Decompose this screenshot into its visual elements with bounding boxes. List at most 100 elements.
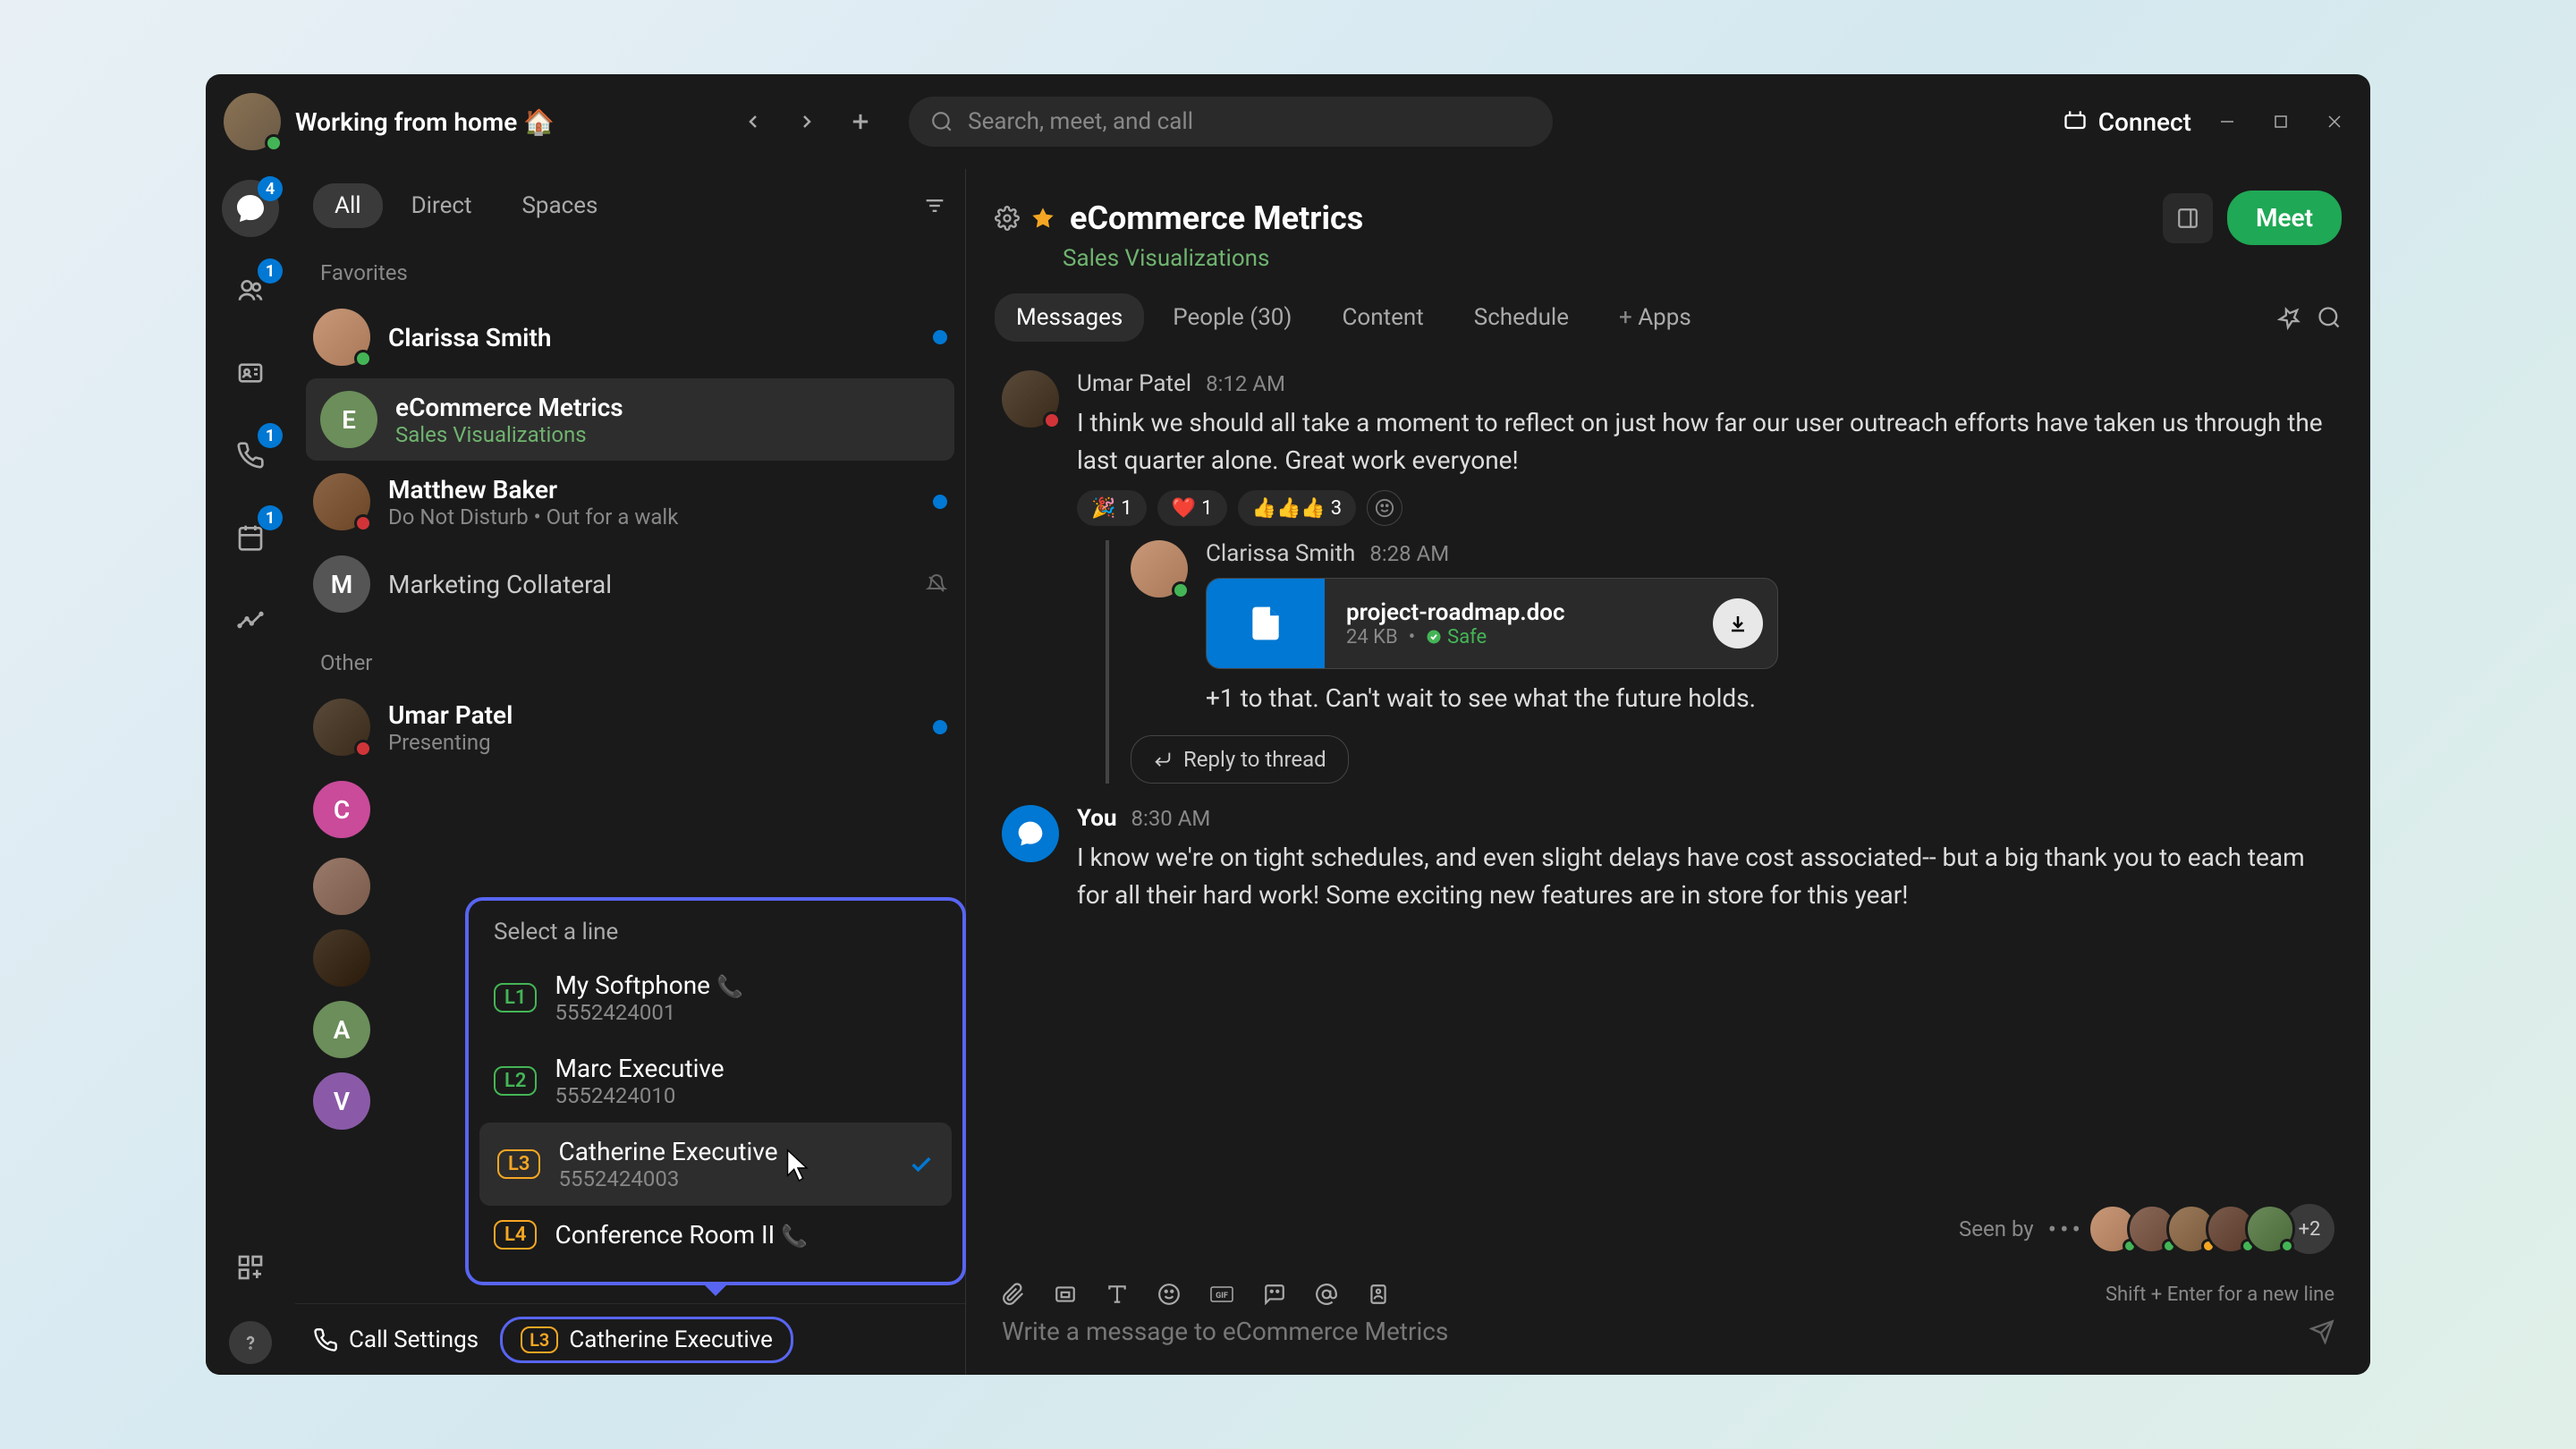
seen-avatar[interactable] [2245,1204,2295,1254]
reply-to-thread-button[interactable]: Reply to thread [1131,735,1349,784]
people-icon [236,276,265,305]
mention-button[interactable] [1315,1283,1338,1306]
convo-item[interactable]: Matthew BakerDo Not Disturb • Out for a … [295,461,965,543]
close-button[interactable] [2317,104,2352,140]
rail-contacts[interactable] [222,344,279,402]
mute-icon [926,573,947,595]
rail-apps[interactable] [222,1239,279,1296]
tab-schedule[interactable]: Schedule [1453,293,1590,342]
screenshot-button[interactable] [1054,1283,1077,1306]
gear-icon[interactable] [995,206,1020,231]
avatar [313,473,370,530]
avatar[interactable] [1131,540,1188,597]
composer-hint: Shift + Enter for a new line [2106,1284,2334,1306]
file-name: project-roadmap.doc [1346,599,1691,626]
reaction[interactable]: 👍👍👍3 [1238,490,1357,526]
line-item[interactable]: L4 Conference Room II 📞 [469,1206,962,1264]
download-button[interactable] [1713,598,1763,648]
convo-item[interactable]: C [295,768,965,851]
convo-name: Matthew Baker [388,475,915,504]
svg-text:GIF: GIF [1216,1292,1228,1301]
convo-subtitle: Presenting [388,730,915,755]
main-area: 4 1 1 1 [206,169,2370,1375]
convo-item[interactable]: Umar PatelPresenting [295,686,965,768]
add-reaction-button[interactable] [1367,490,1402,526]
search-icon [930,110,953,133]
tab-people[interactable]: People (30) [1151,293,1313,342]
presence-indicator [1172,581,1190,599]
send-button[interactable] [2309,1319,2334,1344]
convo-subtitle: Do Not Disturb • Out for a walk [388,504,915,530]
line-item[interactable]: L2 Marc Executive5552424010 [469,1039,962,1123]
line-name: Catherine Executive [558,1137,891,1166]
panel-button[interactable] [2163,193,2213,243]
seen-by-more-icon[interactable]: ••• [2048,1215,2084,1244]
selected-line-button[interactable]: L3 Catherine Executive [500,1317,793,1363]
line-item-selected[interactable]: L3 Catherine Executive5552424003 [479,1123,952,1206]
tab-direct[interactable]: Direct [390,183,494,228]
convo-item[interactable]: M Marketing Collateral [295,543,965,625]
line-name: My Softphone 📞 [555,970,937,1000]
format-button[interactable] [1106,1283,1129,1306]
star-icon[interactable] [1030,206,1055,231]
rail-analytics[interactable] [222,591,279,648]
reaction[interactable]: 🎉1 [1077,490,1147,526]
forward-button[interactable] [784,98,830,145]
avatar: V [313,1072,370,1130]
gif-button[interactable]: GIF [1209,1283,1234,1306]
back-button[interactable] [730,98,776,145]
add-button[interactable] [837,98,884,145]
composer-toolbar: GIF Shift + Enter for a new line [1002,1283,2334,1317]
call-settings-button[interactable]: Call Settings [313,1326,479,1353]
meet-button[interactable]: Meet [2227,191,2342,245]
line-item[interactable]: L1 My Softphone 📞5552424001 [469,956,962,1039]
convo-item[interactable]: Clarissa Smith [295,296,965,378]
safe-badge: Safe [1426,626,1487,648]
avatar[interactable] [1002,805,1059,862]
line-badge: L2 [494,1066,537,1096]
rail-teams[interactable]: 1 [222,262,279,319]
file-attachment[interactable]: project-roadmap.doc 24 KB•Safe [1206,578,1778,669]
emoji-button[interactable] [1157,1283,1181,1306]
tab-apps[interactable]: + Apps [1597,293,1713,342]
connect-button[interactable]: Connect [2063,107,2191,137]
nav-rail: 4 1 1 1 [206,169,295,1375]
search-bar[interactable] [909,97,1553,147]
reaction[interactable]: ❤️1 [1157,490,1227,526]
convo-item-selected[interactable]: E eCommerce MetricsSales Visualizations [306,378,954,461]
attach-button[interactable] [1002,1283,1025,1306]
filter-button[interactable] [922,193,947,218]
rail-messages[interactable]: 4 [222,180,279,237]
user-avatar[interactable] [224,93,281,150]
maximize-button[interactable] [2263,104,2299,140]
pin-button[interactable] [2277,305,2302,330]
pin-icon [2277,305,2302,330]
help-icon [240,1332,261,1353]
line-badge: L4 [494,1220,537,1250]
message-input[interactable] [1002,1317,2295,1346]
bitmoji-button[interactable] [1263,1283,1286,1306]
rail-help[interactable] [229,1321,272,1364]
minimize-button[interactable] [2209,104,2245,140]
rail-calendar[interactable]: 1 [222,509,279,566]
room-title: eCommerce Metrics [1070,199,1363,237]
content-tabs: Messages People (30) Content Schedule + … [966,272,2370,356]
avatar [313,309,370,366]
tab-spaces[interactable]: Spaces [500,183,619,228]
search-input[interactable] [968,108,1531,135]
phone-icon [236,441,265,470]
tab-messages[interactable]: Messages [995,293,1144,342]
status-text[interactable]: Working from home 🏠 [295,107,555,137]
avatar[interactable] [1002,370,1059,428]
line-name: Conference Room II 📞 [555,1220,937,1250]
message-text: I know we're on tight schedules, and eve… [1077,839,2334,914]
line-number: 5552424001 [555,1000,937,1025]
rail-calls[interactable]: 1 [222,427,279,484]
person-button[interactable] [1367,1283,1390,1306]
tab-content[interactable]: Content [1320,293,1445,342]
check-icon [909,1152,934,1177]
tab-all[interactable]: All [313,183,383,228]
search-in-space-button[interactable] [2317,305,2342,330]
phone-settings-icon [313,1327,338,1352]
calendar-icon [236,523,265,552]
